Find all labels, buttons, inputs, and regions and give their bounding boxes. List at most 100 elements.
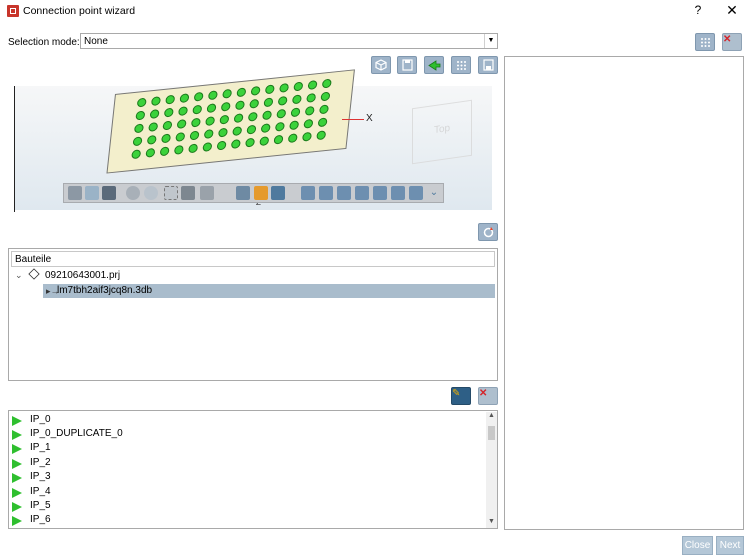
- delete-button[interactable]: ✕: [478, 387, 498, 405]
- connection-point-icon: [12, 488, 22, 498]
- zoom-out-icon[interactable]: [144, 186, 158, 200]
- selection-mode-value: None: [84, 36, 108, 47]
- list-item[interactable]: IP_0: [12, 413, 482, 427]
- view-bottom-icon[interactable]: [391, 186, 405, 200]
- led-component: [301, 131, 313, 142]
- led-component: [207, 90, 218, 101]
- list-item[interactable]: IP_3: [12, 470, 482, 484]
- layers-icon[interactable]: [85, 186, 99, 200]
- parts-tree[interactable]: Bauteile ⌄ 09210643001.prj ▸→ lm7tbh2aif…: [8, 248, 498, 381]
- view-cube-top[interactable]: Top: [412, 99, 472, 165]
- list-item[interactable]: IP_6: [12, 513, 482, 527]
- led-component: [163, 107, 174, 118]
- selection-mode-dropdown[interactable]: None ▼: [80, 33, 498, 49]
- next-button[interactable]: Next: [716, 536, 744, 555]
- tree-project-item[interactable]: 09210643001.prj: [45, 270, 120, 281]
- list-item[interactable]: IP_2: [12, 456, 482, 470]
- led-component: [145, 147, 156, 158]
- chevron-down-icon[interactable]: ⌄: [15, 270, 23, 281]
- view-iso-icon[interactable]: [409, 186, 423, 200]
- led-component: [159, 146, 170, 157]
- list-item[interactable]: IP_5: [12, 499, 482, 513]
- edit-button[interactable]: ✎: [451, 387, 471, 405]
- section-icon[interactable]: [181, 186, 195, 200]
- led-component: [306, 92, 317, 103]
- help-button[interactable]: ?: [690, 3, 706, 19]
- add-point-button[interactable]: [424, 56, 444, 74]
- cylinder-icon[interactable]: [68, 186, 82, 200]
- close-panel-button[interactable]: ✕: [722, 33, 742, 51]
- led-component: [148, 122, 159, 132]
- tree-child-item[interactable]: ▸→ lm7tbh2aif3jcq8n.3db: [43, 284, 495, 298]
- led-component: [150, 96, 162, 107]
- connection-point-icon: [12, 459, 22, 469]
- scrollbar-thumb[interactable]: [488, 426, 495, 440]
- led-component: [289, 120, 300, 131]
- led-component: [177, 106, 189, 117]
- list-item[interactable]: IP_1: [12, 441, 482, 455]
- led-component: [290, 107, 301, 118]
- led-component: [244, 137, 256, 148]
- led-component: [162, 120, 173, 131]
- close-window-button[interactable]: ✕: [724, 2, 740, 18]
- led-component: [274, 121, 285, 132]
- led-component: [291, 94, 302, 105]
- led-component: [317, 117, 328, 128]
- led-component: [318, 104, 330, 115]
- view-top-icon[interactable]: [373, 186, 387, 200]
- grid-options-button[interactable]: [695, 33, 715, 51]
- properties-panel: [504, 56, 744, 530]
- database-icon[interactable]: [102, 186, 116, 200]
- chevron-down-icon[interactable]: ▼: [486, 518, 497, 528]
- pencil-icon: ✎: [452, 388, 461, 399]
- list-scrollbar[interactable]: ▲ ▼: [486, 412, 497, 528]
- led-component: [131, 149, 142, 160]
- led-component: [276, 108, 287, 119]
- led-component: [188, 143, 199, 154]
- green-arrow-icon: [428, 60, 441, 71]
- tree-header-label: Bauteile: [15, 254, 52, 265]
- viewport-border: [14, 86, 15, 212]
- save-view-button[interactable]: [397, 56, 417, 74]
- save-icon: [402, 59, 413, 71]
- app-icon: [7, 5, 19, 17]
- view-back-icon[interactable]: [319, 186, 333, 200]
- led-component: [304, 105, 315, 116]
- led-component: [320, 91, 331, 102]
- x-axis-line: [342, 119, 364, 120]
- render-mode-icon[interactable]: [236, 186, 250, 200]
- list-item[interactable]: IP_4: [12, 485, 482, 499]
- led-component: [203, 129, 214, 139]
- led-component: [246, 124, 257, 135]
- led-component: [206, 103, 217, 114]
- save-all-button[interactable]: [478, 56, 498, 74]
- grid-button[interactable]: [451, 56, 471, 74]
- led-component: [279, 82, 290, 93]
- connection-point-icon: [12, 430, 22, 440]
- led-component: [176, 119, 187, 129]
- led-component: [175, 132, 186, 142]
- view-front-icon[interactable]: [301, 186, 315, 200]
- chevron-up-icon[interactable]: ▲: [486, 412, 497, 422]
- led-component: [273, 134, 284, 145]
- chevron-down-icon[interactable]: ▼: [484, 34, 497, 48]
- connection-point-list[interactable]: IP_0 IP_0_DUPLICATE_0 IP_1 IP_2 IP_3 IP_…: [8, 410, 498, 529]
- rotate-icon[interactable]: [164, 186, 178, 200]
- zoom-icon[interactable]: [126, 186, 140, 200]
- chevron-down-icon[interactable]: ⌄: [427, 186, 441, 200]
- led-component: [230, 139, 241, 149]
- tree-header: Bauteile: [11, 251, 495, 267]
- led-component: [293, 81, 304, 92]
- color-icon[interactable]: [254, 186, 268, 200]
- refresh-button[interactable]: [478, 223, 498, 241]
- view-cube-button[interactable]: [371, 56, 391, 74]
- led-component: [303, 118, 314, 129]
- wireframe-icon[interactable]: [200, 186, 214, 200]
- shade-icon[interactable]: [271, 186, 285, 200]
- list-item[interactable]: IP_0_DUPLICATE_0: [12, 427, 482, 441]
- view-right-icon[interactable]: [355, 186, 369, 200]
- led-component: [236, 87, 247, 98]
- close-button[interactable]: Close: [682, 536, 713, 555]
- connection-point-icon: [12, 516, 22, 526]
- view-left-icon[interactable]: [337, 186, 351, 200]
